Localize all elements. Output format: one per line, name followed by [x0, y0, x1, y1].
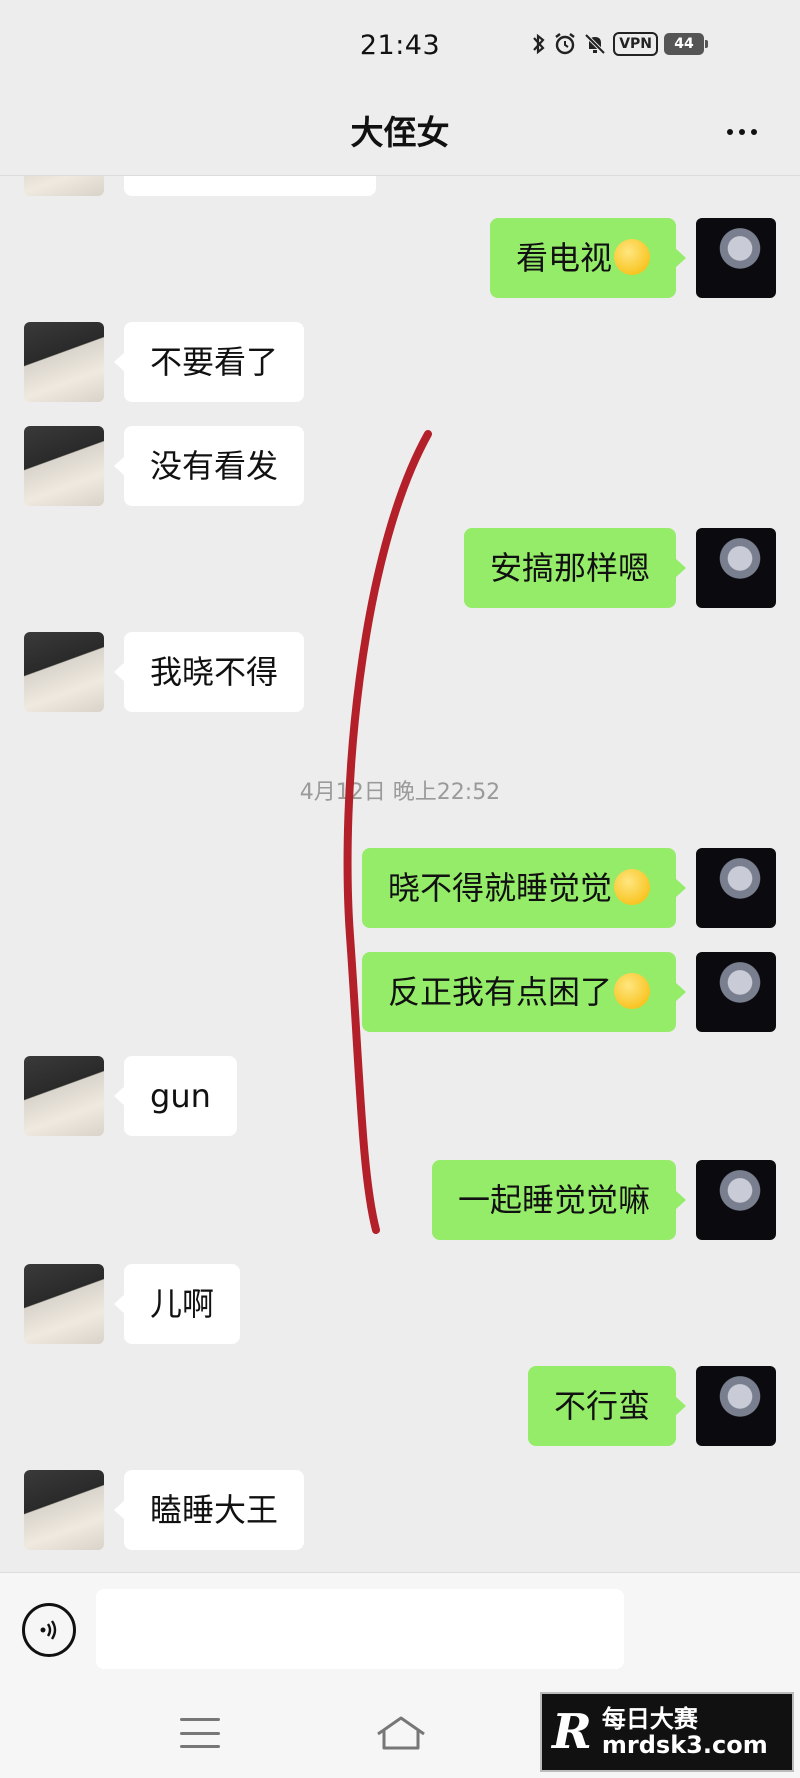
message-text: 看电视 [515, 239, 612, 277]
message-bubble[interactable]: 没有看发 [113, 426, 305, 506]
timestamp: 4月12日 晚上22:52 [299, 780, 501, 805]
battery-icon: 44 [664, 33, 708, 55]
message-bubble[interactable]: 瞌睡大王 [113, 1470, 305, 1550]
home-icon[interactable] [374, 1712, 428, 1752]
vpn-icon: VPN [613, 32, 658, 56]
status-icons: VPN 44 [531, 30, 708, 58]
message-text: 一起睡觉觉嘛 [457, 1181, 650, 1219]
watermark-text: 每日大赛 mrdsk3.com [601, 1704, 768, 1759]
message-text: 不要看了 [150, 343, 279, 381]
message-bubble[interactable]: 安搞那样嗯 [463, 528, 687, 608]
contact-avatar[interactable] [24, 1056, 104, 1136]
message-bubble[interactable]: 一起睡觉觉嘛 [431, 1160, 687, 1240]
message-text: 没有看发 [150, 447, 279, 485]
tears-of-joy-emoji-icon [614, 869, 650, 905]
contact-avatar[interactable] [24, 1264, 104, 1344]
grin-emoji-icon [614, 239, 650, 275]
message-bubble[interactable]: gun [114, 1056, 237, 1136]
alarm-icon [553, 30, 577, 58]
message-text: 晓不得就睡觉觉 [387, 869, 612, 907]
chat-header: 大侄女 [0, 92, 800, 176]
message-bubble[interactable]: 不要看了 [113, 322, 305, 402]
message-input[interactable] [96, 1589, 624, 1669]
message-bubble[interactable]: 晓不得就睡觉觉 [361, 848, 687, 928]
message-text: 反正我有点困了 [387, 973, 612, 1011]
input-bar [0, 1572, 800, 1690]
message-bubble[interactable]: 我晓不得 [113, 632, 305, 712]
watermark-url: mrdsk3.com [601, 1731, 768, 1759]
message-text: 儿啊 [150, 1285, 215, 1323]
message-bubble[interactable]: 看电视 [489, 218, 687, 298]
chat-title: 大侄女 [350, 113, 450, 152]
mute-bell-icon [583, 30, 607, 58]
message-bubble[interactable]: 反正我有点困了 [361, 952, 687, 1032]
message-bubble[interactable]: 儿啊 [113, 1264, 241, 1344]
contact-avatar[interactable] [24, 1470, 104, 1550]
message-text: 瞌睡大王 [150, 1491, 279, 1529]
message-text: 我晓不得 [150, 653, 279, 691]
my-avatar[interactable] [696, 528, 776, 608]
my-avatar[interactable] [696, 1366, 776, 1446]
my-avatar[interactable] [696, 1160, 776, 1240]
contact-avatar[interactable] [24, 322, 104, 402]
bluetooth-icon [531, 30, 547, 58]
watermark: R 每日大赛 mrdsk3.com [540, 1692, 794, 1772]
message-bubble[interactable] [124, 176, 376, 196]
chat-area[interactable]: 看电视 不要看了 没有看发 安搞那样嗯 我晓不得 4月12日 晚上22:52 晓… [0, 176, 800, 1572]
contact-avatar[interactable] [24, 632, 104, 712]
contact-avatar[interactable] [24, 426, 104, 506]
my-avatar[interactable] [696, 848, 776, 928]
message-bubble[interactable]: 不行蛮 [527, 1366, 687, 1446]
message-text: 不行蛮 [553, 1387, 650, 1425]
menu-icon[interactable] [180, 1718, 220, 1748]
voice-icon[interactable] [22, 1603, 76, 1657]
rolling-laugh-emoji-icon [614, 973, 650, 1009]
status-bar: 21:43 VPN 44 [0, 0, 800, 92]
my-avatar[interactable] [696, 952, 776, 1032]
watermark-logo: R [552, 1704, 592, 1760]
message-text: gun [150, 1077, 211, 1115]
more-icon[interactable] [718, 112, 766, 152]
message-text: 安搞那样嗯 [489, 549, 650, 587]
my-avatar[interactable] [696, 218, 776, 298]
contact-avatar[interactable] [24, 176, 104, 196]
watermark-title: 每日大赛 [601, 1704, 698, 1733]
